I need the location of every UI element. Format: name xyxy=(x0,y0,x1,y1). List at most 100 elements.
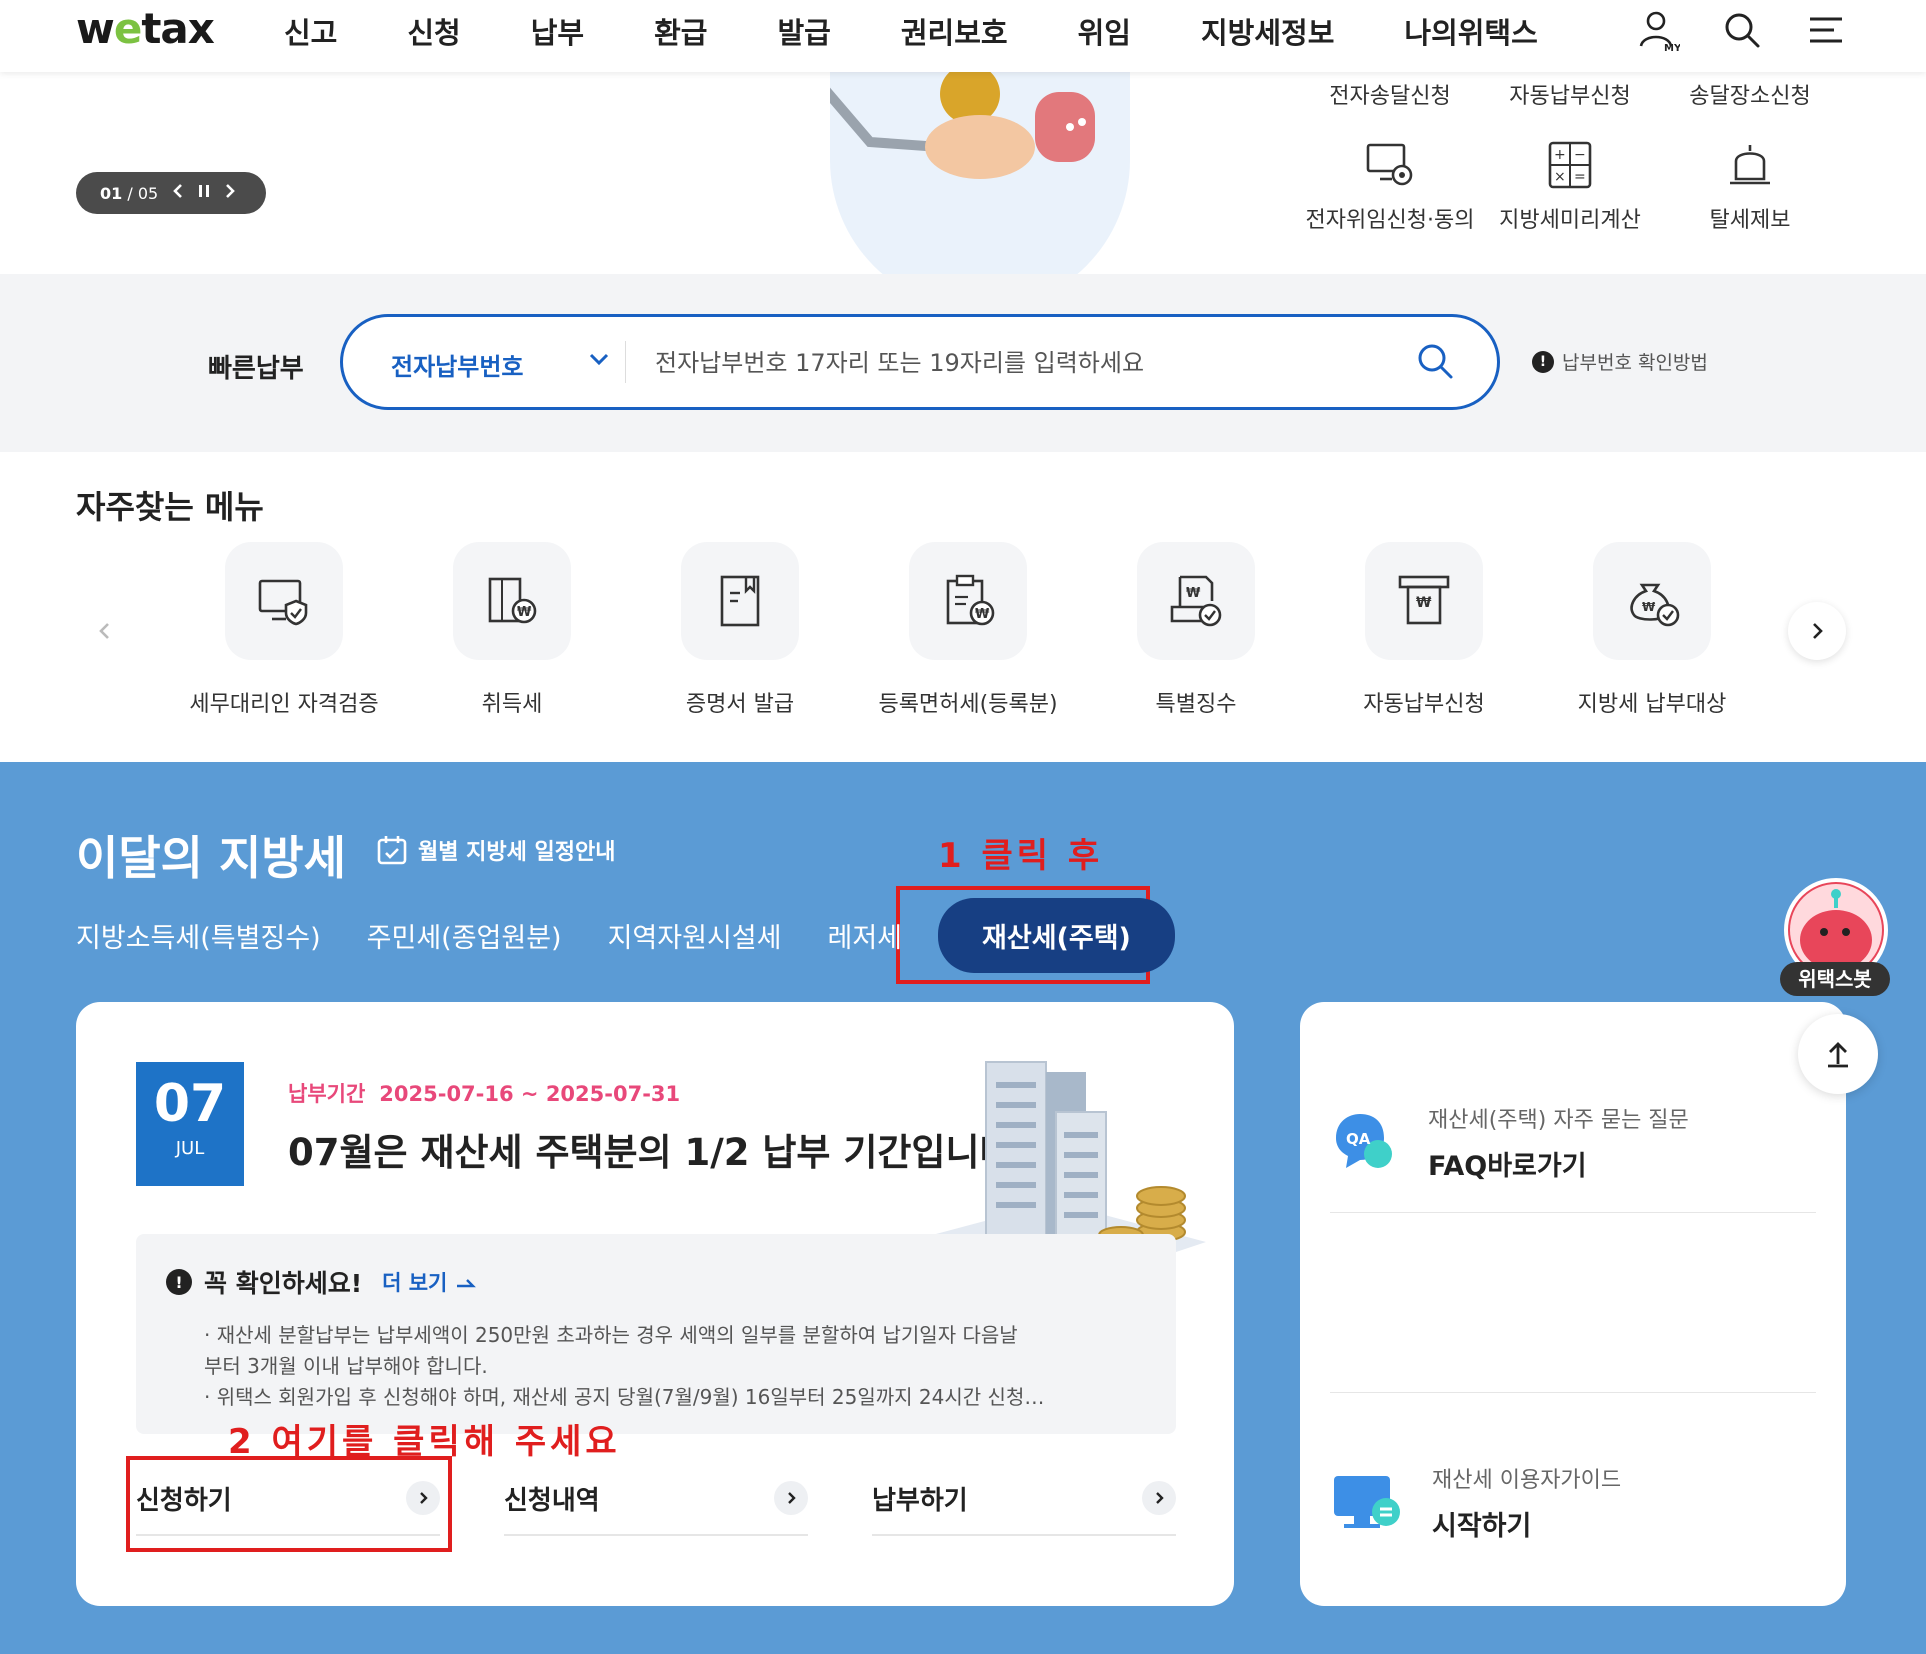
quick-link-label: 탈세제보 xyxy=(1709,208,1791,233)
nav-item-pay[interactable]: 납부 xyxy=(531,10,584,52)
pause-icon[interactable] xyxy=(198,183,210,203)
pay-button[interactable]: 납부하기 xyxy=(872,1462,1176,1536)
quick-links-icon-row: 전자위임신청·동의 + − × = 지방세미리계산 탈세제보 xyxy=(1300,138,1840,234)
next-arrow-icon[interactable] xyxy=(224,183,236,203)
arrow-right-icon xyxy=(456,1279,476,1288)
frequent-prev-button[interactable] xyxy=(76,602,134,660)
user-guide-link[interactable]: 재산세 이용자가이드 시작하기 xyxy=(1330,1422,1816,1582)
frequent-item-certificate[interactable]: 증명서 발급 xyxy=(626,542,854,718)
monitor-shield-icon xyxy=(225,542,343,660)
side-card: QA 재산세(주택) 자주 묻는 질문 FAQ바로가기 재산세 이용자가이드 시… xyxy=(1300,1002,1846,1606)
my-page-icon[interactable]: MY xyxy=(1634,6,1682,54)
annotation-step-1: 1 클릭 후 xyxy=(938,836,1104,876)
quick-pay-section: 빠른납부 전자납부번호 ! 납부번호 확인방법 xyxy=(0,274,1926,452)
frequent-item-label: 자동납부신청 xyxy=(1363,692,1485,717)
quick-link-e-delivery[interactable]: 전자송달신청 xyxy=(1300,78,1480,110)
calendar-icon xyxy=(377,836,407,865)
prev-arrow-icon[interactable] xyxy=(172,183,184,203)
chevron-right-icon xyxy=(1142,1481,1176,1515)
period-label: 납부기간 xyxy=(288,1082,366,1106)
quick-link-e-delegation[interactable]: 전자위임신청·동의 xyxy=(1300,138,1480,234)
nav-item-delegate[interactable]: 위임 xyxy=(1078,10,1131,52)
guide-sub: 재산세 이용자가이드 xyxy=(1432,1467,1622,1493)
svg-text:₩: ₩ xyxy=(1416,595,1432,611)
frequent-item-label: 지방세 납부대상 xyxy=(1577,692,1727,717)
hamburger-menu-icon[interactable] xyxy=(1802,6,1850,54)
quick-link-auto-pay[interactable]: 자동납부신청 xyxy=(1480,78,1660,110)
faq-text: 재산세(주택) 자주 묻는 질문 FAQ바로가기 xyxy=(1428,1102,1689,1183)
tray-won-icon: ₩ xyxy=(1137,542,1255,660)
monthly-tax-title: 이달의 지방세 xyxy=(76,831,346,885)
period-value: 2025-07-16 ~ 2025-07-31 xyxy=(379,1082,681,1106)
date-badge: 07 JUL xyxy=(136,1062,244,1186)
tab-resident-tax[interactable]: 주민세(종업원분) xyxy=(367,916,562,955)
divider xyxy=(1330,1212,1816,1213)
quick-link-tax-evasion-report[interactable]: 탈세제보 xyxy=(1660,138,1840,234)
tab-regional-resource-tax[interactable]: 지역자원시설세 xyxy=(608,916,782,955)
frequent-item-auto-pay[interactable]: ₩ 자동납부신청 xyxy=(1310,542,1538,718)
faq-sub: 재산세(주택) 자주 묻는 질문 xyxy=(1428,1107,1689,1133)
payment-number-type-select[interactable]: 전자납부번호 xyxy=(391,347,523,382)
clipboard-won-icon: ₩ xyxy=(909,542,1027,660)
exclamation-icon: ! xyxy=(166,1269,192,1295)
schedule-link-label: 월별 지방세 일정안내 xyxy=(418,840,616,865)
tab-leisure-tax[interactable]: 레저세 xyxy=(827,916,902,955)
qa-bubble-icon: QA xyxy=(1336,1114,1392,1168)
frequent-item-label: 특별징수 xyxy=(1155,692,1237,717)
nav-item-issue[interactable]: 발급 xyxy=(778,10,831,52)
frequent-item-registration-license-tax[interactable]: ₩ 등록면허세(등록분) xyxy=(854,542,1082,718)
monthly-tax-section: 이달의 지방세 월별 지방세 일정안내 1 클릭 후 지방소득세(특별징수) 주… xyxy=(0,762,1926,1654)
wetax-logo[interactable]: wetax xyxy=(76,4,215,53)
money-bag-icon: ₩ xyxy=(1593,542,1711,660)
frequent-item-label: 등록면허세(등록분) xyxy=(878,692,1058,717)
monthly-schedule-link[interactable]: 월별 지방세 일정안내 xyxy=(376,834,615,866)
svg-text:₩: ₩ xyxy=(517,605,532,620)
chatbot-label[interactable]: 위택스봇 xyxy=(1780,962,1890,996)
faq-link[interactable]: QA 재산세(주택) 자주 묻는 질문 FAQ바로가기 xyxy=(1330,1062,1816,1222)
tab-property-tax-housing[interactable]: 재산세(주택) xyxy=(938,898,1175,973)
frequent-next-button[interactable] xyxy=(1788,602,1846,660)
faq-main: FAQ바로가기 xyxy=(1428,1150,1587,1182)
main-banner: 01 / 05 전자송달신청 자동납부신청 송달장소신청 전자위임신청·동의 +… xyxy=(0,64,1926,310)
quick-links-top-row: 전자송달신청 자동납부신청 송달장소신청 xyxy=(1300,72,1840,110)
notice-text: · 재산세 분할납부는 납부세액이 250만원 초과하는 경우 세액의 일부를 … xyxy=(204,1320,1104,1413)
site-header: wetax 신고 신청 납부 환급 발급 권리보호 위임 지방세정보 나의위택스… xyxy=(0,0,1926,72)
quick-link-pre-calc[interactable]: + − × = 지방세미리계산 xyxy=(1480,138,1660,234)
frequent-item-acquisition-tax[interactable]: ₩ 취득세 xyxy=(398,542,626,718)
notice-line: · 위택스 회원가입 후 신청해야 하며, 재산세 공지 당월(7월/9월) 1… xyxy=(204,1385,1045,1409)
tab-local-income-tax[interactable]: 지방소득세(특별징수) xyxy=(76,916,321,955)
nav-item-refund[interactable]: 환급 xyxy=(654,10,707,52)
pager-count: 01 / 05 xyxy=(100,183,159,203)
nav-item-report[interactable]: 신고 xyxy=(284,10,337,52)
payment-number-help-link[interactable]: ! 납부번호 확인방법 xyxy=(1532,348,1708,375)
chevron-down-icon[interactable] xyxy=(585,345,613,377)
banner-quick-links: 전자송달신청 자동납부신청 송달장소신청 전자위임신청·동의 + − × = 지방세미… xyxy=(1300,72,1840,234)
svg-text:₩: ₩ xyxy=(1642,600,1656,614)
application-history-button[interactable]: 신청내역 xyxy=(504,1462,808,1536)
frequent-item-special-collection[interactable]: ₩ 특별징수 xyxy=(1082,542,1310,718)
quick-pay-search-box: 전자납부번호 xyxy=(340,314,1500,410)
payment-number-input[interactable] xyxy=(655,337,1395,389)
frequent-item-payment-target[interactable]: ₩ 지방세 납부대상 xyxy=(1538,542,1766,718)
bell-icon xyxy=(1660,138,1840,192)
scroll-to-top-button[interactable] xyxy=(1798,1014,1878,1094)
search-icon[interactable] xyxy=(1415,341,1455,385)
search-icon[interactable] xyxy=(1718,6,1766,54)
svg-text:+: + xyxy=(1554,147,1566,163)
monthly-tax-tabs: 지방소득세(특별징수) 주민세(종업원분) 지역자원시설세 레저세 재산세(주택… xyxy=(76,898,1221,973)
nav-item-rights[interactable]: 권리보호 xyxy=(901,10,1008,52)
nav-item-my-wetax[interactable]: 나의위택스 xyxy=(1404,10,1537,52)
notice-line: 부터 3개월 이내 납부해야 합니다. xyxy=(204,1354,488,1378)
date-day: 07 xyxy=(153,1074,227,1134)
nav-item-apply[interactable]: 신청 xyxy=(407,10,460,52)
notice-box: ! 꼭 확인하세요! 더 보기 · 재산세 분할납부는 납부세액이 250만원 … xyxy=(136,1234,1176,1434)
notice-more-link[interactable]: 더 보기 xyxy=(382,1267,477,1297)
calculator-icon: + − × = xyxy=(1480,138,1660,192)
help-label: 납부번호 확인방법 xyxy=(1562,352,1708,374)
quick-link-delivery-address[interactable]: 송달장소신청 xyxy=(1660,78,1840,110)
frequent-item-agent-verify[interactable]: 세무대리인 자격검증 xyxy=(170,542,398,718)
guide-main: 시작하기 xyxy=(1432,1510,1532,1542)
nav-item-local-tax-info[interactable]: 지방세정보 xyxy=(1201,10,1334,52)
guide-text: 재산세 이용자가이드 시작하기 xyxy=(1432,1462,1621,1543)
header-utilities: MY xyxy=(1634,6,1850,54)
